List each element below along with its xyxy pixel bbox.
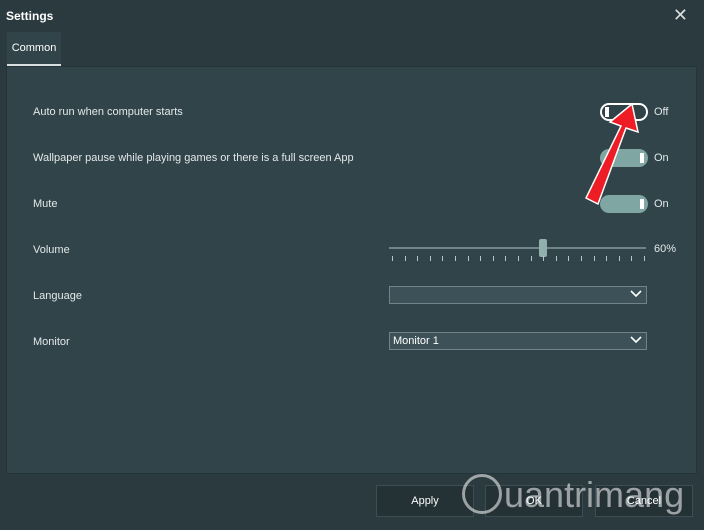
watermark-logo: uantrimang <box>458 470 698 526</box>
lightbulb-icon <box>462 474 502 514</box>
red-arrow-annotation <box>585 102 640 206</box>
watermark-text: uantrimang <box>504 474 685 515</box>
